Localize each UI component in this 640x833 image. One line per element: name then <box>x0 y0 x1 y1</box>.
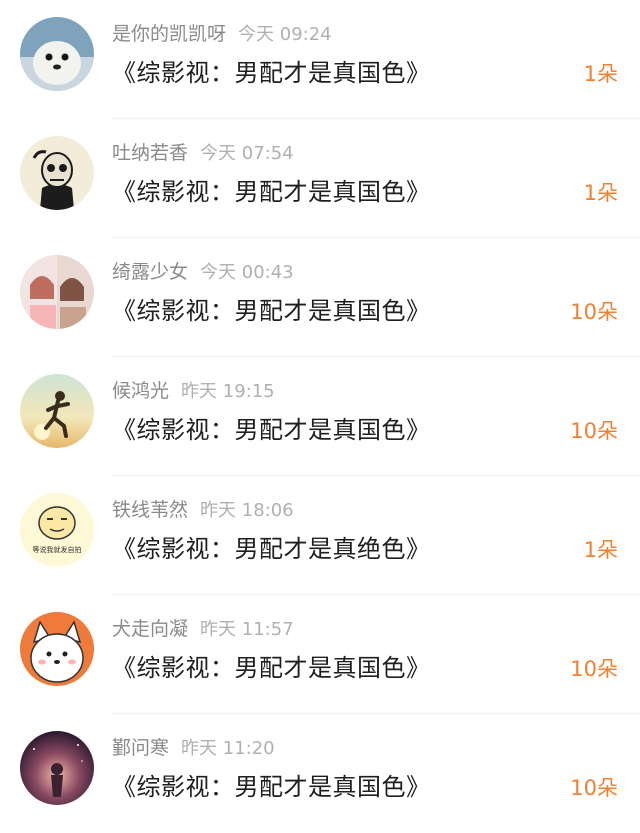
list-item[interactable]: 是你的凯凯呀 今天 09:24 《综影视：男配才是真国色》 1朵 <box>0 0 640 119</box>
book-title[interactable]: 《综影视：男配才是真绝色》 <box>112 531 431 567</box>
meta: 是你的凯凯呀 今天 09:24 <box>112 20 332 49</box>
timestamp: 今天 00:43 <box>200 262 294 283</box>
meta: 犬走向凝 昨天 11:57 <box>112 615 294 644</box>
list-item[interactable]: 犬走向凝 昨天 11:57 《综影视：男配才是真国色》 10朵 <box>0 595 640 714</box>
skull-avatar-icon <box>20 136 94 210</box>
avatar[interactable] <box>20 374 94 448</box>
timestamp: 今天 07:54 <box>200 143 294 164</box>
username[interactable]: 铁线苇然 <box>112 499 188 521</box>
avatar[interactable] <box>20 136 94 210</box>
gift-record-list: 是你的凯凯呀 今天 09:24 《综影视：男配才是真国色》 1朵 吐纳若香 今天 0… <box>0 0 640 833</box>
meta: 吐纳若香 今天 07:54 <box>112 139 294 168</box>
meta: 候鸿光 昨天 19:15 <box>112 377 275 406</box>
username[interactable]: 是你的凯凯呀 <box>112 23 226 45</box>
list-item[interactable]: 候鸿光 昨天 19:15 《综影视：男配才是真国色》 10朵 <box>0 357 640 476</box>
avatar[interactable] <box>20 17 94 91</box>
username[interactable]: 候鸿光 <box>112 380 169 402</box>
timestamp: 昨天 18:06 <box>200 500 294 521</box>
list-item[interactable]: 绮露少女 今天 00:43 《综影视：男配才是真国色》 10朵 <box>0 238 640 357</box>
meta: 铁线苇然 昨天 18:06 <box>112 496 294 525</box>
gift-count: 10朵 <box>570 776 618 800</box>
meme-face-avatar-icon: 等说我就发自拍 <box>20 493 94 567</box>
gift-count: 1朵 <box>583 538 618 562</box>
gift-count: 10朵 <box>570 419 618 443</box>
list-item[interactable]: 吐纳若香 今天 07:54 《综影视：男配才是真国色》 1朵 <box>0 119 640 238</box>
book-title[interactable]: 《综影视：男配才是真国色》 <box>112 293 431 329</box>
puppy-cartoon-avatar-icon <box>20 612 94 686</box>
meta: 绮露少女 今天 00:43 <box>112 258 294 287</box>
girls-photo-avatar-icon <box>20 255 94 329</box>
username[interactable]: 鄞问寒 <box>112 737 169 759</box>
book-title[interactable]: 《综影视：男配才是真国色》 <box>112 174 431 210</box>
book-title[interactable]: 《综影视：男配才是真国色》 <box>112 412 431 448</box>
book-title[interactable]: 《综影视：男配才是真国色》 <box>112 55 431 91</box>
timestamp: 昨天 19:15 <box>181 381 275 402</box>
username[interactable]: 绮露少女 <box>112 261 188 283</box>
night-sky-avatar-icon <box>20 731 94 805</box>
avatar[interactable] <box>20 255 94 329</box>
meme-caption: 等说我就发自拍 <box>33 545 82 554</box>
meta: 鄞问寒 昨天 11:20 <box>112 734 275 763</box>
book-title[interactable]: 《综影视：男配才是真国色》 <box>112 769 431 805</box>
runner-silhouette-avatar-icon <box>20 374 94 448</box>
username[interactable]: 犬走向凝 <box>112 618 188 640</box>
gift-count: 1朵 <box>583 181 618 205</box>
avatar[interactable]: 等说我就发自拍 <box>20 493 94 567</box>
seal-avatar-icon <box>20 17 94 91</box>
gift-count: 1朵 <box>583 62 618 86</box>
gift-count: 10朵 <box>570 657 618 681</box>
list-item[interactable]: 等说我就发自拍 铁线苇然 昨天 18:06 《综影视：男配才是真绝色》 1朵 <box>0 476 640 595</box>
avatar[interactable] <box>20 612 94 686</box>
gift-count: 10朵 <box>570 300 618 324</box>
avatar[interactable] <box>20 731 94 805</box>
timestamp: 昨天 11:57 <box>200 619 294 640</box>
book-title[interactable]: 《综影视：男配才是真国色》 <box>112 650 431 686</box>
timestamp: 今天 09:24 <box>238 24 332 45</box>
list-item[interactable]: 鄞问寒 昨天 11:20 《综影视：男配才是真国色》 10朵 <box>0 714 640 833</box>
username[interactable]: 吐纳若香 <box>112 142 188 164</box>
timestamp: 昨天 11:20 <box>181 738 275 759</box>
